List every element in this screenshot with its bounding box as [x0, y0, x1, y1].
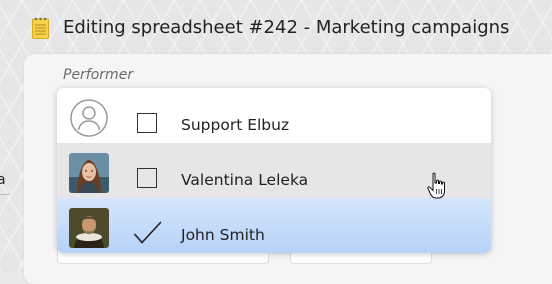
- performer-checkbox[interactable]: [137, 168, 157, 188]
- performer-name: Support Elbuz: [181, 116, 290, 134]
- background-window-text: a: [0, 172, 6, 188]
- portrait-painting-avatar: [69, 208, 109, 248]
- performer-checkbox[interactable]: [137, 113, 157, 133]
- performer-option-john-smith[interactable]: John Smith: [57, 198, 491, 253]
- photo-avatar: [69, 153, 109, 193]
- performer-name: John Smith: [181, 226, 265, 244]
- notepad-icon: [32, 17, 49, 39]
- background-divider: [0, 194, 10, 195]
- performer-option-support-elbuz[interactable]: Support Elbuz: [57, 88, 491, 143]
- hand-pointer-icon: [427, 172, 447, 200]
- dialog-title-bar: Editing spreadsheet #242 - Marketing cam…: [0, 0, 552, 56]
- dialog-title: Editing spreadsheet #242 - Marketing cam…: [63, 17, 510, 38]
- default-user-avatar-icon: [69, 98, 109, 138]
- checkmark-icon[interactable]: [133, 220, 163, 246]
- performer-field-label: Performer: [63, 67, 134, 83]
- performer-option-valentina-leleka[interactable]: Valentina Leleka: [57, 143, 491, 198]
- performer-dropdown-list: Support Elbuz Valentina Leleka John Smit…: [57, 88, 491, 253]
- performer-name: Valentina Leleka: [181, 171, 309, 189]
